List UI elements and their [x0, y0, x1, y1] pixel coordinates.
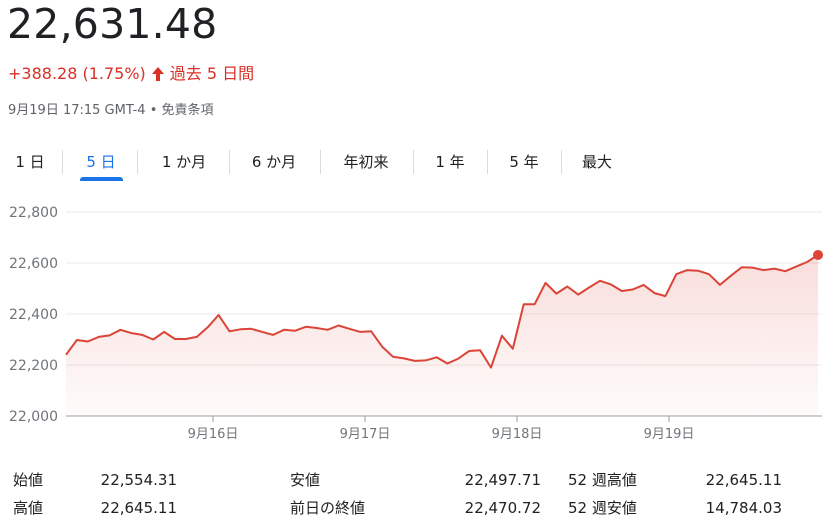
y-tick-label: 22,000	[9, 409, 58, 425]
price-chart[interactable]: 22,800 22,600 22,400 22,200 22,000 9月16日 9月17…	[0, 192, 832, 450]
52-week-high-label: 52 週高値	[568, 471, 637, 489]
52-week-high-value: 22,645.11	[705, 471, 782, 489]
y-tick-label: 22,600	[9, 256, 58, 272]
change-row: +388.28 (1.75%) 過去 5 日間	[8, 63, 254, 85]
tab-5-day[interactable]: 5 日	[70, 144, 132, 180]
stats-table: 始値 22,554.31 高値 22,645.11 安値 22,497.71 前…	[0, 466, 832, 522]
52-week-low-label: 52 週安値	[568, 499, 637, 517]
tab-6-month[interactable]: 6 か月	[232, 144, 316, 180]
price-change: +388.28 (1.75%)	[8, 64, 146, 83]
open-value: 22,554.31	[100, 471, 177, 489]
tab-divider	[229, 150, 230, 174]
bullet-separator: •	[149, 103, 162, 118]
low-value: 22,497.71	[464, 471, 541, 489]
prev-close-value: 22,470.72	[464, 499, 541, 517]
index-price: 22,631.48	[7, 0, 218, 48]
tab-5-year[interactable]: 5 年	[492, 144, 556, 180]
x-tick-label: 9月19日	[644, 427, 695, 442]
high-value: 22,645.11	[100, 499, 177, 517]
x-tick-label: 9月18日	[492, 427, 543, 442]
x-axis-ticks: 9月16日 9月17日 9月18日 9月19日	[188, 416, 695, 442]
change-period: 過去 5 日間	[169, 64, 255, 83]
timestamp-row: 9月19日 17:15 GMT-4 • 免責条項	[8, 101, 214, 121]
tab-1-year[interactable]: 1 年	[418, 144, 482, 180]
tab-divider	[62, 150, 63, 174]
tab-max[interactable]: 最大	[566, 144, 628, 180]
last-price-marker	[813, 249, 823, 260]
prev-close-label: 前日の終値	[290, 499, 366, 517]
y-tick-label: 22,200	[9, 358, 58, 374]
tab-1-day[interactable]: 1 日	[0, 144, 60, 180]
tab-divider	[137, 150, 138, 174]
x-tick-label: 9月16日	[188, 427, 239, 442]
arrow-up-icon	[151, 66, 165, 82]
tab-1-month[interactable]: 1 か月	[142, 144, 226, 180]
y-tick-label: 22,400	[9, 307, 58, 323]
range-tabs: 1 日 5 日 1 か月 6 か月 年初来 1 年 5 年 最大	[0, 144, 640, 184]
timestamp: 9月19日 17:15 GMT-4	[8, 103, 146, 118]
x-tick-label: 9月17日	[340, 427, 391, 442]
tab-ytd[interactable]: 年初来	[326, 144, 406, 180]
y-tick-label: 22,800	[9, 205, 58, 221]
tab-divider	[320, 150, 321, 174]
low-label: 安値	[290, 471, 321, 489]
52-week-low-value: 14,784.03	[705, 499, 782, 517]
disclaimer-link[interactable]: 免責条項	[162, 103, 214, 118]
y-axis-ticks: 22,800 22,600 22,400 22,200 22,000	[9, 205, 58, 425]
high-label: 高値	[13, 499, 44, 517]
price-area-fill	[66, 255, 818, 416]
open-label: 始値	[13, 471, 44, 489]
active-tab-indicator	[80, 177, 123, 181]
tab-divider	[561, 150, 562, 174]
tab-divider	[413, 150, 414, 174]
tab-divider	[487, 150, 488, 174]
